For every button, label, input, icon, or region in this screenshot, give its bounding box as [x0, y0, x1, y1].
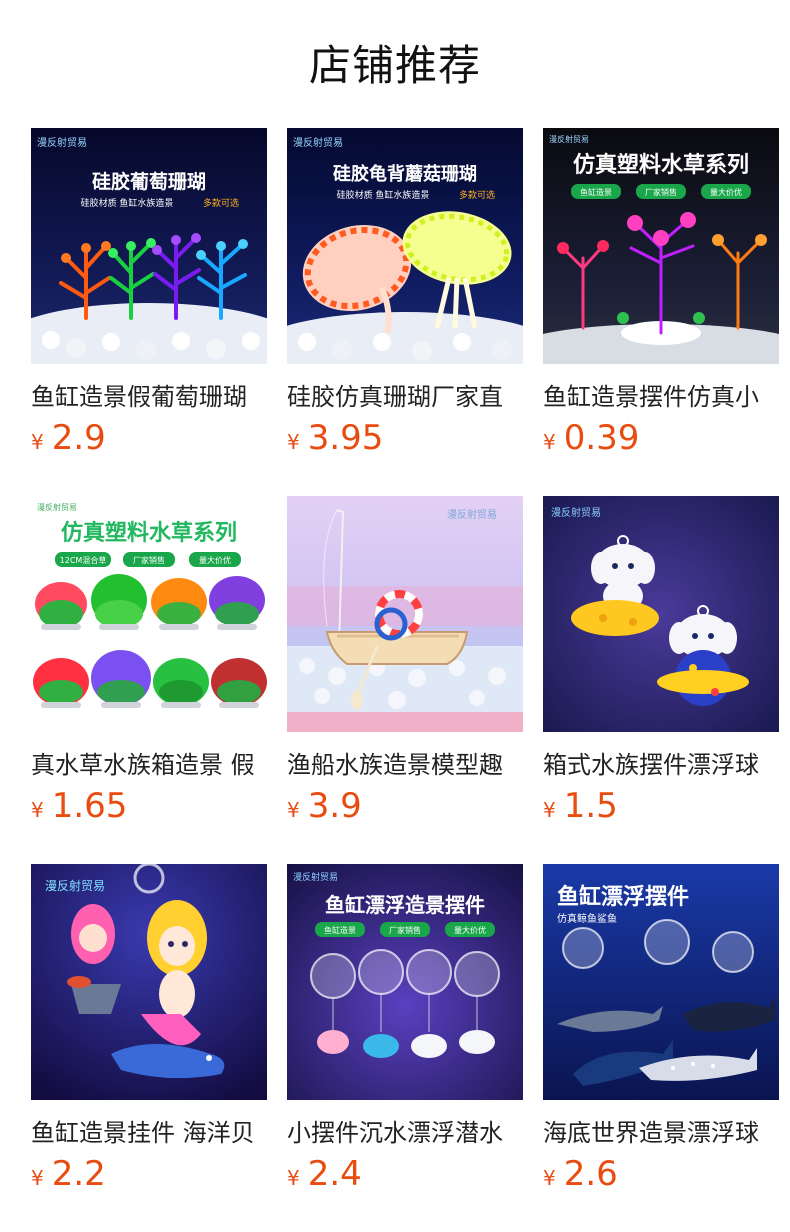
price-value: 3.95: [307, 418, 384, 458]
svg-text:12CM混合草: 12CM混合草: [60, 555, 107, 565]
brand-label: 漫反射贸易: [37, 502, 77, 512]
svg-text:鱼缸造景: 鱼缸造景: [580, 187, 612, 197]
product-name[interactable]: 箱式水族摆件漂浮球: [543, 748, 779, 784]
brand-label: 漫反射贸易: [551, 507, 601, 519]
aquarium-plastic-plant-image[interactable]: 漫反射贸易 仿真塑料水草系列 鱼缸造景 厂家销售 量大价优: [543, 128, 779, 364]
product-name[interactable]: 小摆件沉水漂浮潜水: [287, 1116, 523, 1152]
product-price: ¥0.39: [543, 416, 639, 460]
svg-text:厂家销售: 厂家销售: [133, 555, 165, 565]
aquarium-mushroom-coral-image[interactable]: 漫反射贸易 硅胶龟背蘑菇珊瑚 硅胶材质 鱼缸水族造景 多款可选: [287, 128, 523, 364]
svg-text:厂家销售: 厂家销售: [389, 925, 421, 935]
price-value: 3.9: [307, 786, 362, 826]
product-name[interactable]: 真水草水族箱造景 假: [31, 748, 267, 784]
price-value: 2.2: [51, 1154, 106, 1194]
product-price: ¥1.5: [543, 784, 618, 828]
currency-symbol: ¥: [543, 1166, 556, 1190]
price-value: 1.5: [563, 786, 618, 826]
brand-label: 漫反射贸易: [37, 137, 87, 149]
svg-text:量大价优: 量大价优: [199, 555, 231, 565]
product-price: ¥3.9: [287, 784, 362, 828]
aquarium-boat-ornament-image[interactable]: 漫反射贸易: [287, 496, 523, 732]
store-recommend-page: 店铺推荐 漫反射贸易 硅胶葡萄珊瑚 硅胶材质 鱼缸水族造景 多款可选 鱼缸造景假…: [0, 0, 790, 1232]
svg-text:硅胶材质 鱼缸水族造景: 硅胶材质 鱼缸水族造景: [81, 197, 174, 209]
svg-text:量大价优: 量大价优: [454, 925, 486, 935]
currency-symbol: ¥: [287, 1166, 300, 1190]
product-name[interactable]: 鱼缸造景摆件仿真小: [543, 380, 779, 416]
currency-symbol: ¥: [31, 430, 44, 454]
product-price: ¥1.65: [31, 784, 127, 828]
svg-text:多款可选: 多款可选: [459, 189, 495, 201]
brand-label: 漫反射贸易: [293, 137, 343, 149]
svg-text:鱼缸造景: 鱼缸造景: [324, 925, 356, 935]
product-name[interactable]: 渔船水族造景模型趣: [287, 748, 523, 784]
product-price: ¥3.95: [287, 416, 383, 460]
product-name[interactable]: 鱼缸造景挂件 海洋贝: [31, 1116, 267, 1152]
product-card[interactable]: 漫反射贸易 仿真塑料水草系列 鱼缸造景 厂家销售 量大价优 鱼缸造景摆件仿真小 …: [543, 128, 779, 468]
price-value: 2.9: [51, 418, 106, 458]
product-price: ¥2.6: [543, 1152, 618, 1196]
product-card[interactable]: 漫反射贸易 硅胶龟背蘑菇珊瑚 硅胶材质 鱼缸水族造景 多款可选 硅胶仿真珊瑚厂家…: [287, 128, 523, 468]
brand-label: 漫反射贸易: [549, 134, 589, 144]
aquarium-floating-whale-image[interactable]: 漫反射贸易 鱼缸漂浮造景摆件 鱼缸造景 厂家销售 量大价优: [287, 864, 523, 1100]
product-card[interactable]: 漫反射贸易: [543, 496, 779, 836]
price-value: 1.65: [51, 786, 128, 826]
svg-text:量大价优: 量大价优: [710, 187, 742, 197]
product-card[interactable]: 漫反射贸易 鱼缸漂浮造景摆件 鱼缸造景 厂家销售 量大价优 小摆件沉水漂浮潜水 …: [287, 864, 523, 1204]
svg-text:仿真鲸鱼鲨鱼: 仿真鲸鱼鲨鱼: [557, 912, 617, 925]
svg-text:鱼缸漂浮造景摆件: 鱼缸漂浮造景摆件: [325, 893, 485, 917]
price-value: 0.39: [563, 418, 640, 458]
product-price: ¥2.4: [287, 1152, 362, 1196]
svg-text:硅胶葡萄珊瑚: 硅胶葡萄珊瑚: [92, 170, 206, 193]
product-card[interactable]: 漫反射贸易 鱼缸造景挂件 海洋贝 ¥2.2: [31, 864, 267, 1204]
product-name[interactable]: 硅胶仿真珊瑚厂家直: [287, 380, 523, 416]
currency-symbol: ¥: [543, 430, 556, 454]
svg-text:厂家销售: 厂家销售: [645, 187, 677, 197]
svg-text:多款可选: 多款可选: [203, 197, 239, 209]
svg-text:硅胶材质 鱼缸水族造景: 硅胶材质 鱼缸水族造景: [337, 189, 430, 201]
currency-symbol: ¥: [287, 798, 300, 822]
aquarium-water-plants-image[interactable]: 漫反射贸易 仿真塑料水草系列 12CM混合草 厂家销售 量大价优: [31, 496, 267, 732]
product-card[interactable]: 漫反射贸易 仿真塑料水草系列 12CM混合草 厂家销售 量大价优 真水草水族箱造…: [31, 496, 267, 836]
product-card[interactable]: 漫反射贸易 硅胶葡萄珊瑚 硅胶材质 鱼缸水族造景 多款可选 鱼缸造景假葡萄珊瑚 …: [31, 128, 267, 468]
page-title: 店铺推荐: [308, 41, 481, 90]
brand-label: 漫反射贸易: [447, 509, 497, 521]
currency-symbol: ¥: [287, 430, 300, 454]
aquarium-floating-cartoon-image[interactable]: 漫反射贸易: [543, 496, 779, 732]
product-price: ¥2.9: [31, 416, 106, 460]
currency-symbol: ¥: [543, 798, 556, 822]
product-card[interactable]: 鱼缸漂浮摆件 仿真鲸鱼鲨鱼 海底世界造景漂浮球 ¥2.6: [543, 864, 779, 1204]
aquarium-grape-coral-image[interactable]: 漫反射贸易 硅胶葡萄珊瑚 硅胶材质 鱼缸水族造景 多款可选: [31, 128, 267, 364]
currency-symbol: ¥: [31, 1166, 44, 1190]
brand-label: 漫反射贸易: [293, 871, 338, 883]
svg-text:硅胶龟背蘑菇珊瑚: 硅胶龟背蘑菇珊瑚: [333, 163, 477, 185]
svg-text:仿真塑料水草系列: 仿真塑料水草系列: [573, 152, 749, 178]
currency-symbol: ¥: [31, 798, 44, 822]
product-card[interactable]: 漫反射贸易: [287, 496, 523, 836]
product-name[interactable]: 鱼缸造景假葡萄珊瑚: [31, 380, 267, 416]
aquarium-floating-shark-image[interactable]: 鱼缸漂浮摆件 仿真鲸鱼鲨鱼: [543, 864, 779, 1100]
product-name[interactable]: 海底世界造景漂浮球: [543, 1116, 779, 1152]
price-value: 2.4: [307, 1154, 362, 1194]
svg-text:鱼缸漂浮摆件: 鱼缸漂浮摆件: [557, 884, 689, 910]
price-value: 2.6: [563, 1154, 618, 1194]
aquarium-mermaid-pendant-image[interactable]: 漫反射贸易: [31, 864, 267, 1100]
svg-text:仿真塑料水草系列: 仿真塑料水草系列: [61, 520, 237, 546]
product-price: ¥2.2: [31, 1152, 106, 1196]
brand-label: 漫反射贸易: [45, 878, 105, 893]
